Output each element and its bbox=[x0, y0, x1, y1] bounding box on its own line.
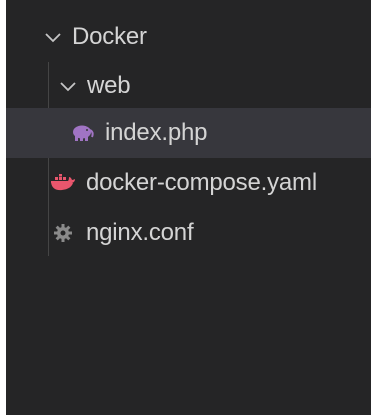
file-explorer: Docker web index.php docker-compose.yaml… bbox=[6, 0, 371, 415]
gear-icon bbox=[50, 222, 76, 244]
php-elephant-icon bbox=[69, 122, 95, 144]
tree-item-label: index.php bbox=[105, 119, 208, 146]
tree-item-index-php[interactable]: index.php bbox=[6, 108, 371, 158]
tree-item-label: Docker bbox=[72, 23, 147, 50]
tree-item-label: web bbox=[87, 72, 131, 99]
tree-item-docker-compose[interactable]: docker-compose.yaml bbox=[6, 158, 371, 208]
tree-item-web-folder[interactable]: web bbox=[6, 61, 371, 111]
tree-item-docker-folder[interactable]: Docker bbox=[6, 12, 371, 62]
chevron-down-icon[interactable] bbox=[42, 26, 64, 48]
tree-item-label: docker-compose.yaml bbox=[86, 169, 317, 196]
tree-item-nginx-conf[interactable]: nginx.conf bbox=[6, 208, 371, 258]
chevron-down-icon[interactable] bbox=[57, 75, 79, 97]
docker-whale-icon bbox=[50, 172, 76, 194]
tree-item-label: nginx.conf bbox=[86, 219, 194, 246]
